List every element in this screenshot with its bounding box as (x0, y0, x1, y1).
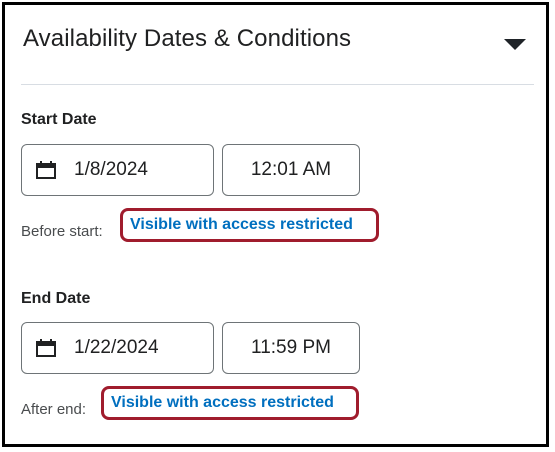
start-date-input[interactable]: 1/8/2024 (21, 144, 214, 196)
start-date-label: Start Date (21, 111, 97, 128)
start-date-value: 1/8/2024 (74, 159, 148, 180)
caret-down-icon[interactable] (504, 39, 526, 50)
end-helper-text: After end: (21, 401, 87, 418)
panel-header[interactable]: Availability Dates & Conditions (21, 25, 530, 61)
availability-panel: Availability Dates & Conditions Start Da… (2, 2, 549, 447)
end-date-input[interactable]: 1/22/2024 (21, 322, 214, 374)
end-time-input[interactable]: 11:59 PM (222, 322, 360, 374)
start-visibility-link[interactable]: Visible with access restricted (120, 208, 379, 242)
calendar-icon (36, 339, 56, 357)
start-time-input[interactable]: 12:01 AM (222, 144, 360, 196)
panel-title: Availability Dates & Conditions (23, 25, 352, 52)
end-visibility-link[interactable]: Visible with access restricted (101, 386, 359, 420)
divider (21, 84, 534, 85)
end-date-value: 1/22/2024 (74, 337, 159, 358)
start-helper-text: Before start: (21, 223, 103, 240)
end-date-label: End Date (21, 290, 91, 307)
calendar-icon (36, 161, 56, 179)
